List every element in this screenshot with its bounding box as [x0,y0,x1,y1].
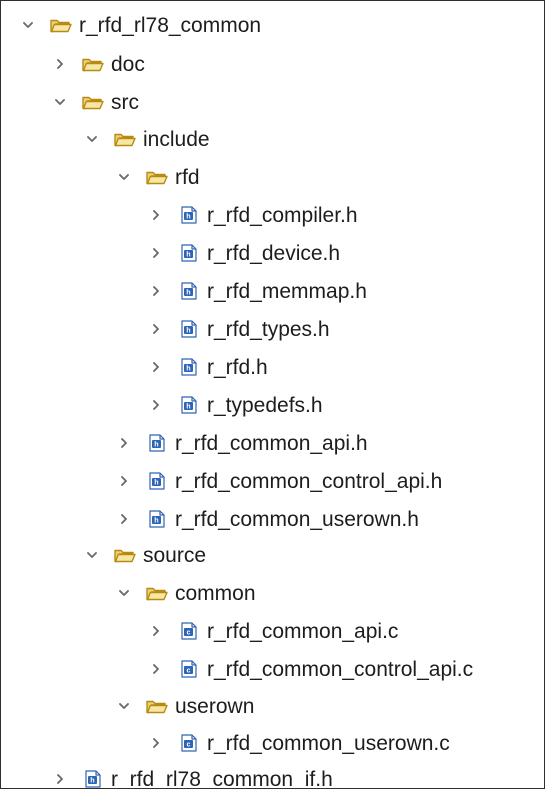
svg-text:h: h [186,211,190,220]
tree-item-label: r_rfd_common_control_api.c [207,657,474,681]
tree-row[interactable]: h r_rfd_memmap.h [147,273,367,309]
tree-item-label: r_rfd.h [207,355,268,379]
chevron-down-icon[interactable] [115,697,133,715]
tree-row[interactable]: h r_rfd.h [147,349,268,385]
folder-open-icon [145,582,169,604]
chevron-right-icon[interactable] [115,472,133,490]
chevron-right-icon[interactable] [147,244,165,262]
tree-item-label: src [111,90,139,114]
tree-row[interactable]: h r_rfd_device.h [147,235,340,271]
header-file-icon: h [177,204,201,226]
tree-item-label: r_typedefs.h [207,393,323,417]
tree-item-label: doc [111,52,145,76]
tree-item-label: r_rfd_common_api.c [207,619,399,643]
tree-row[interactable]: h r_rfd_rl78_common_if.h [51,761,333,789]
svg-text:h: h [154,439,158,448]
header-file-icon: h [177,394,201,416]
tree-row[interactable]: h r_rfd_common_api.h [115,425,368,461]
tree-item-label: r_rfd_types.h [207,317,330,341]
tree-row[interactable]: h r_rfd_compiler.h [147,197,358,233]
svg-text:c: c [187,665,191,674]
svg-text:h: h [154,477,158,486]
chevron-right-icon[interactable] [147,622,165,640]
tree-item-label: r_rfd_rl78_common [79,13,262,37]
folder-open-icon [113,128,137,150]
project-explorer-tree: r_rfd_rl78_common doc src include rfd h … [0,0,545,789]
folder-open-icon [49,14,73,36]
tree-item-label: r_rfd_rl78_common_if.h [111,767,333,789]
tree-item-label: r_rfd_common_api.h [175,431,368,455]
c-file-icon: c [177,658,201,680]
svg-text:h: h [154,515,158,524]
tree-item-label: r_rfd_common_userown.h [175,507,419,531]
header-file-icon: h [177,280,201,302]
chevron-down-icon[interactable] [83,130,101,148]
tree-row[interactable]: c r_rfd_common_control_api.c [147,651,473,687]
chevron-down-icon[interactable] [115,168,133,186]
tree-row[interactable]: h r_rfd_common_userown.h [115,501,419,537]
svg-text:h: h [186,287,190,296]
chevron-right-icon[interactable] [115,510,133,528]
tree-item-label: rfd [175,165,200,189]
tree-row[interactable]: h r_rfd_common_control_api.h [115,463,442,499]
svg-text:h: h [186,325,190,334]
header-file-icon: h [81,768,105,788]
tree-item-label: r_rfd_device.h [207,241,341,265]
tree-row[interactable]: r_rfd_rl78_common [19,7,261,43]
c-file-icon: c [177,732,201,754]
tree-row[interactable]: doc [51,46,145,82]
tree-row[interactable]: c r_rfd_common_api.c [147,613,398,649]
chevron-right-icon[interactable] [51,770,69,788]
tree-row[interactable]: source [83,537,206,573]
tree-row[interactable]: userown [115,688,254,724]
svg-text:h: h [186,249,190,258]
tree-row[interactable]: h r_typedefs.h [147,387,323,423]
header-file-icon: h [177,356,201,378]
folder-open-icon [81,53,105,75]
chevron-down-icon[interactable] [115,584,133,602]
svg-text:h: h [186,401,190,410]
chevron-right-icon[interactable] [147,358,165,376]
header-file-icon: h [177,318,201,340]
folder-open-icon [145,166,169,188]
tree-item-label: r_rfd_compiler.h [207,203,358,227]
chevron-right-icon[interactable] [51,55,69,73]
chevron-down-icon[interactable] [83,546,101,564]
header-file-icon: h [145,470,169,492]
tree-item-label: r_rfd_common_userown.c [207,731,450,755]
tree-row[interactable]: h r_rfd_types.h [147,311,330,347]
tree-item-label: r_rfd_memmap.h [207,279,367,303]
tree-item-label: source [143,543,207,567]
svg-text:c: c [187,627,191,636]
chevron-right-icon[interactable] [147,734,165,752]
tree-row[interactable]: src [51,84,139,120]
folder-open-icon [81,91,105,113]
header-file-icon: h [145,432,169,454]
tree-item-label: include [143,127,210,151]
chevron-right-icon[interactable] [147,660,165,678]
svg-text:c: c [187,739,191,748]
svg-text:h: h [186,363,190,372]
header-file-icon: h [145,508,169,530]
svg-text:h: h [90,775,94,784]
chevron-right-icon[interactable] [147,206,165,224]
tree-item-label: userown [175,694,255,718]
tree-item-label: common [175,581,256,605]
chevron-right-icon[interactable] [115,434,133,452]
tree-row[interactable]: common [115,575,256,611]
tree-row[interactable]: c r_rfd_common_userown.c [147,725,450,761]
chevron-right-icon[interactable] [147,396,165,414]
folder-open-icon [145,695,169,717]
tree-row[interactable]: include [83,121,210,157]
chevron-right-icon[interactable] [147,282,165,300]
chevron-right-icon[interactable] [147,320,165,338]
tree-item-label: r_rfd_common_control_api.h [175,469,443,493]
tree-row[interactable]: rfd [115,159,200,195]
c-file-icon: c [177,620,201,642]
header-file-icon: h [177,242,201,264]
folder-open-icon [113,544,137,566]
chevron-down-icon[interactable] [51,93,69,111]
chevron-down-icon[interactable] [19,16,37,34]
